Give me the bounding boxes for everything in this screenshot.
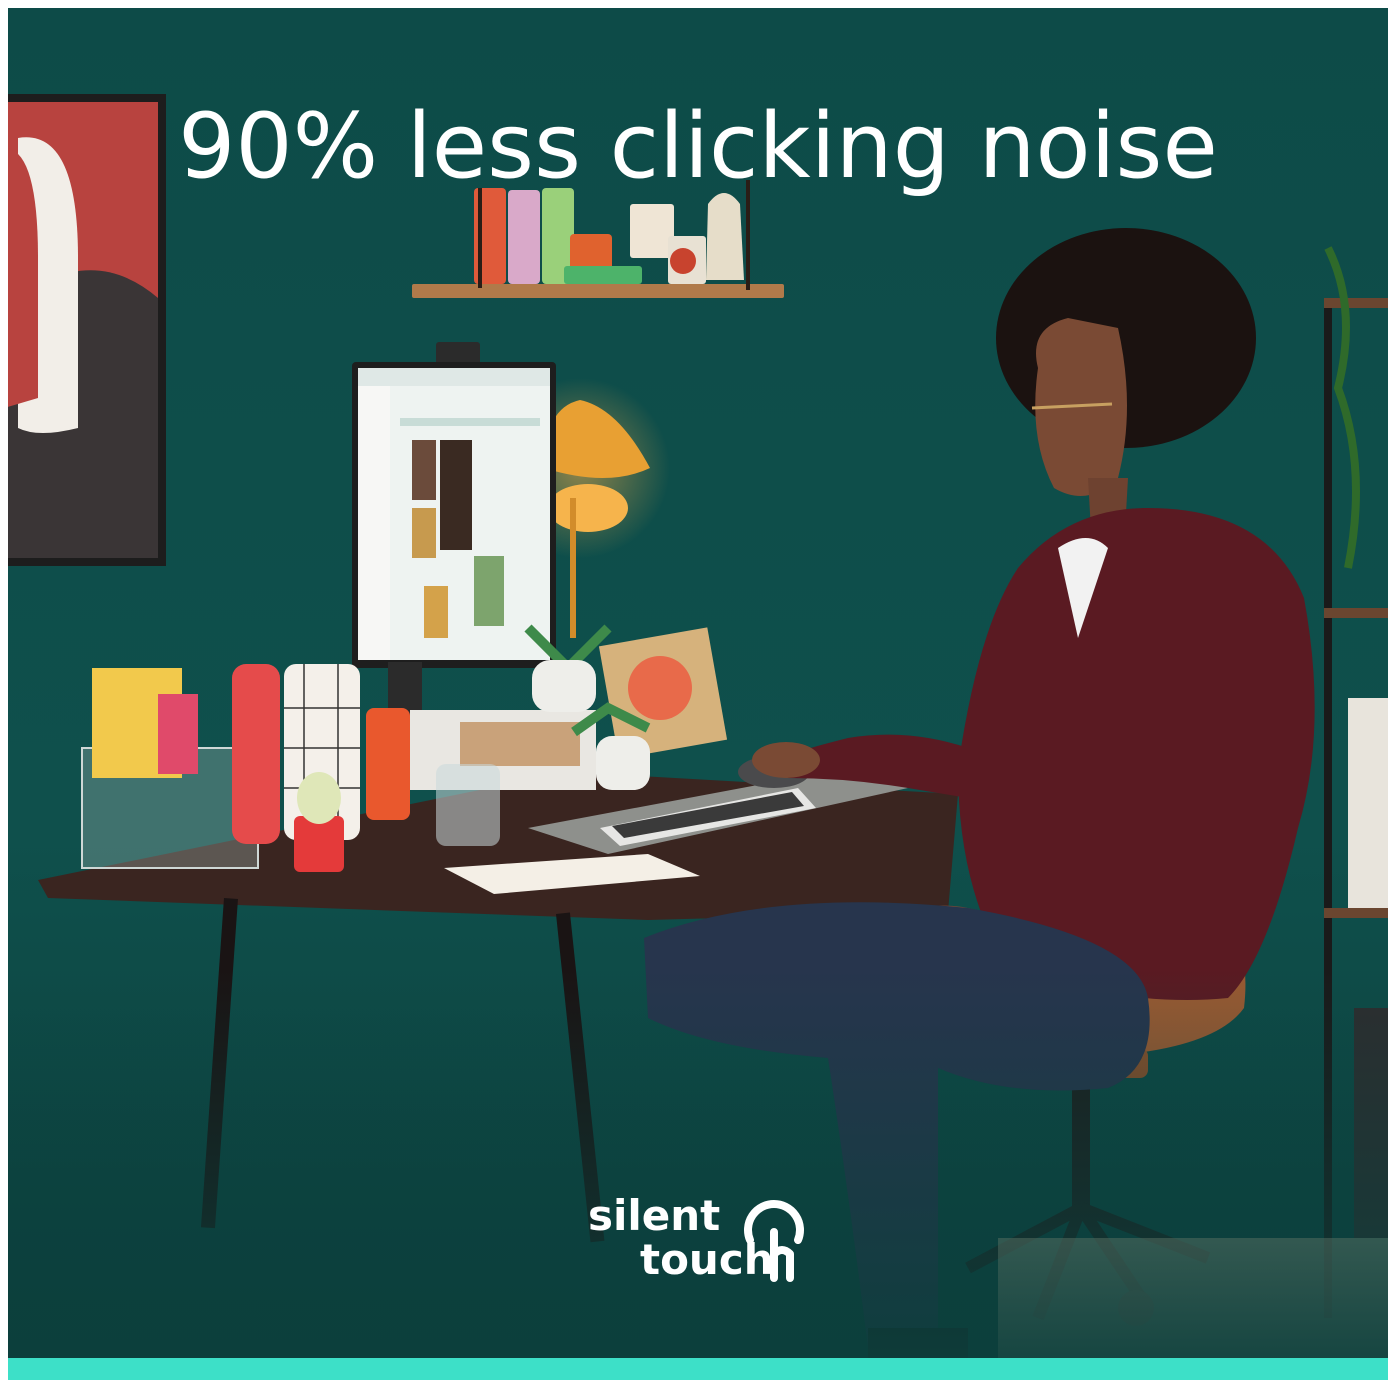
bottom-fade [8, 968, 1388, 1380]
logo-text-silent: silent [588, 1191, 721, 1240]
monitor [352, 342, 556, 718]
finger-press-icon [744, 1200, 804, 1282]
silent-touch-logo: silent touch [584, 1192, 814, 1292]
office-scene-illustration [8, 8, 1388, 1380]
accent-bar [8, 1358, 1388, 1380]
product-image: 90% less clicking noise silent touch [8, 8, 1388, 1380]
headline: 90% less clicking noise [178, 94, 1218, 199]
